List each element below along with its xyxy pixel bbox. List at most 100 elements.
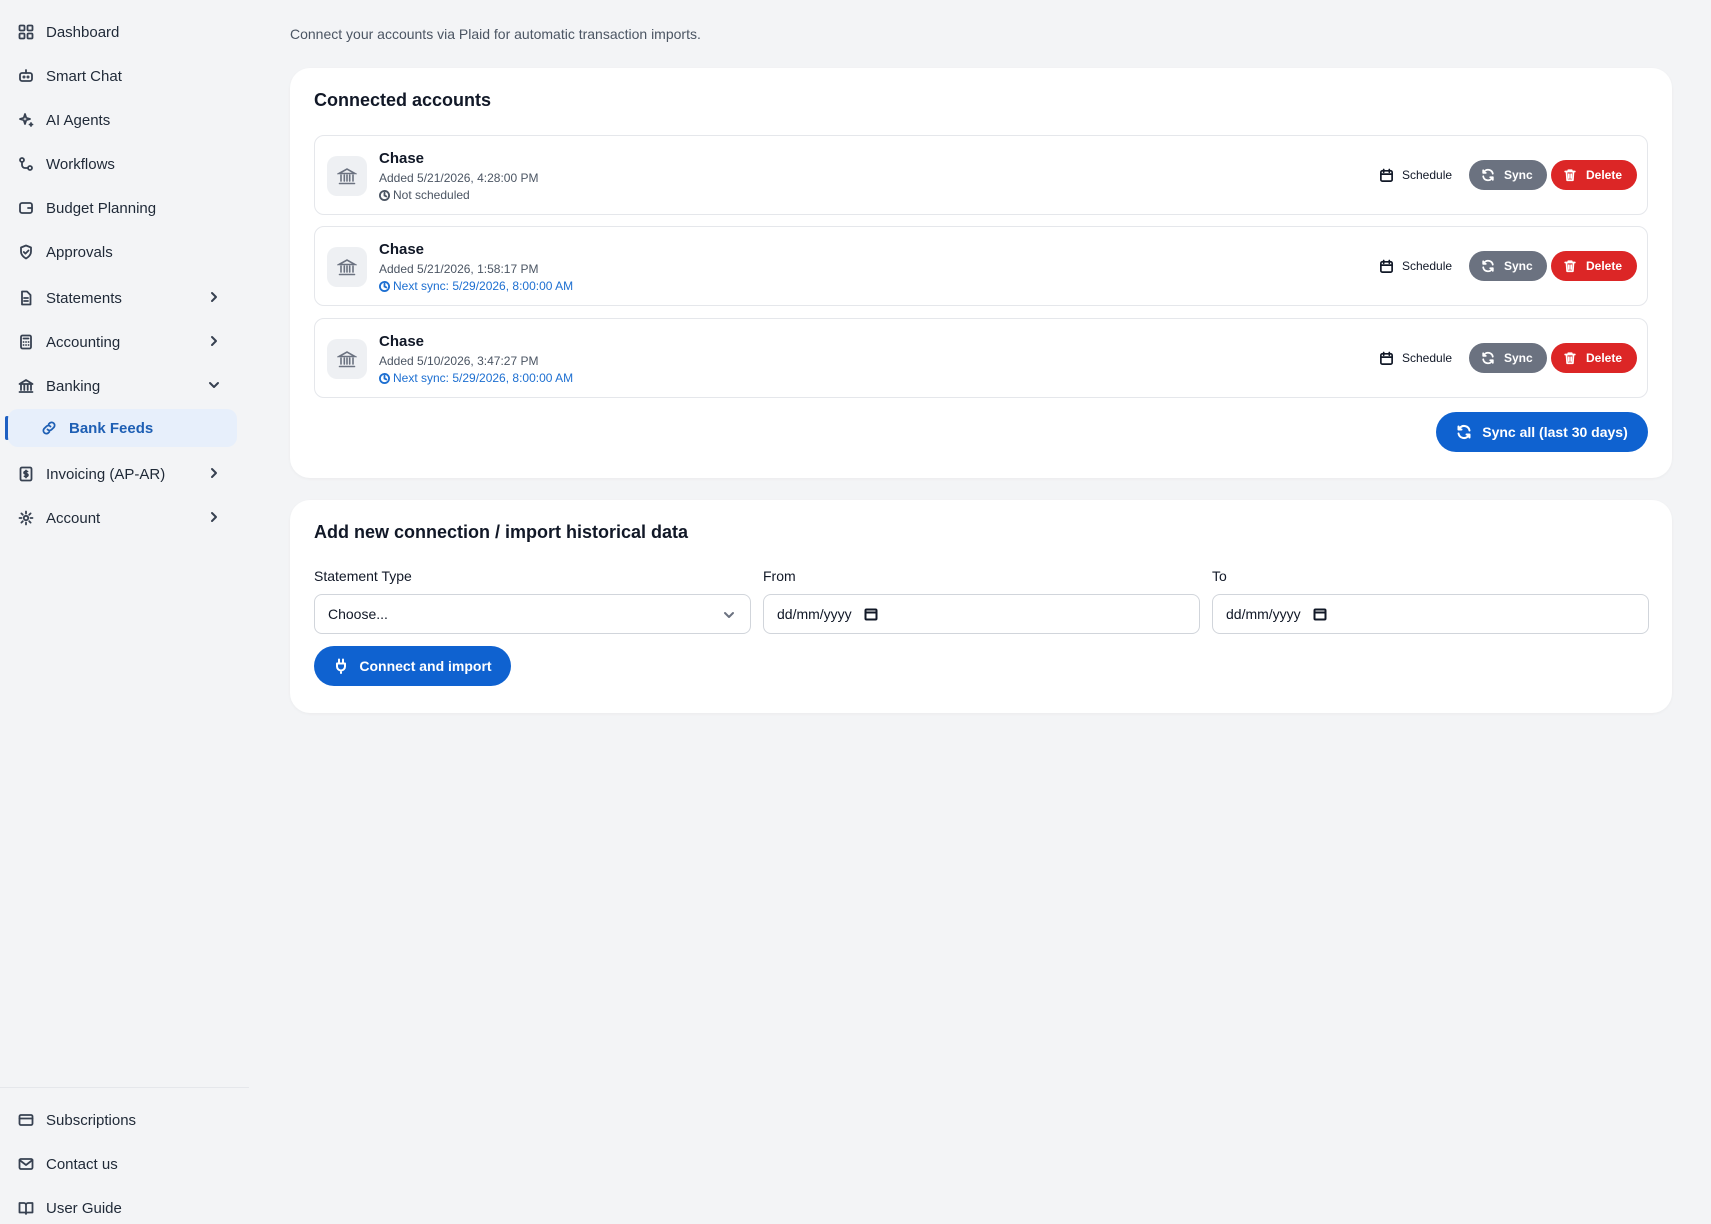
sidebar-item-accounting[interactable]: Accounting xyxy=(8,323,237,361)
schedule-button[interactable]: Schedule xyxy=(1373,343,1458,373)
account-row: Chase Added 5/10/2026, 3:47:27 PM Next s… xyxy=(314,318,1648,398)
sidebar-item-banking[interactable]: Banking xyxy=(8,367,237,405)
sidebar-divider xyxy=(0,1087,249,1088)
plug-icon xyxy=(336,658,347,674)
sidebar-item-workflows[interactable]: Workflows xyxy=(8,145,237,183)
account-schedule-status: Not scheduled xyxy=(379,188,470,202)
sync-button[interactable]: Sync xyxy=(1469,251,1547,281)
calendar-icon[interactable] xyxy=(864,607,878,621)
from-label: From xyxy=(763,568,796,584)
to-label: To xyxy=(1212,568,1227,584)
connected-accounts-card: Connected accounts Chase Added 5/21/2026… xyxy=(290,68,1672,478)
refresh-icon xyxy=(1482,351,1494,365)
sidebar-item-user-guide[interactable]: User Guide xyxy=(8,1189,237,1224)
bank-icon xyxy=(327,339,367,379)
connected-accounts-title: Connected accounts xyxy=(314,90,492,110)
import-title: Add new connection / import historical d… xyxy=(314,522,689,542)
account-added-date: Added 5/21/2026, 4:28:00 PM xyxy=(379,171,539,185)
sidebar-item-ai-agents[interactable]: AI Agents xyxy=(8,101,237,139)
refresh-icon xyxy=(1482,259,1494,273)
sidebar-item-label: Account xyxy=(46,509,101,527)
account-schedule-status: Next sync: 5/29/2026, 8:00:00 AM xyxy=(379,279,573,293)
chevron-right-icon xyxy=(207,290,221,304)
sync-all-button[interactable]: Sync all (last 30 days) xyxy=(1436,412,1648,452)
sidebar-item-label: Subscriptions xyxy=(46,1111,137,1129)
sidebar-item-approvals[interactable]: Approvals xyxy=(8,233,237,271)
sidebar-item-label: Banking xyxy=(46,377,101,395)
bank-icon xyxy=(327,247,367,287)
page-subtitle: Connect your accounts via Plaid for auto… xyxy=(290,26,701,42)
clock-icon xyxy=(379,372,390,384)
trash-icon xyxy=(1564,169,1576,182)
schedule-text: Not scheduled xyxy=(393,188,470,202)
connect-and-import-button[interactable]: Connect and import xyxy=(314,646,511,686)
account-name: Chase xyxy=(379,241,425,258)
account-added-date: Added 5/21/2026, 1:58:17 PM xyxy=(379,262,539,276)
sparkles-icon xyxy=(18,112,34,128)
trash-icon xyxy=(1564,352,1576,365)
sync-button[interactable]: Sync xyxy=(1469,343,1547,373)
bank-icon xyxy=(18,378,34,394)
sidebar-item-label: Budget Planning xyxy=(46,199,157,217)
calculator-icon xyxy=(18,334,34,350)
account-name: Chase xyxy=(379,333,425,350)
bot-icon xyxy=(18,68,34,84)
sidebar-item-label: User Guide xyxy=(46,1199,122,1217)
sidebar-item-label: Contact us xyxy=(46,1155,118,1173)
file-text-icon xyxy=(18,290,34,306)
account-row: Chase Added 5/21/2026, 4:28:00 PM Not sc… xyxy=(314,135,1648,215)
statement-type-select[interactable]: Choose... xyxy=(314,594,751,634)
receipt-dollar-icon xyxy=(18,466,34,482)
sidebar-item-label: Statements xyxy=(46,289,122,307)
gear-icon xyxy=(18,510,34,526)
grid-icon xyxy=(18,24,34,40)
schedule-button[interactable]: Schedule xyxy=(1373,160,1458,190)
delete-button[interactable]: Delete xyxy=(1551,251,1637,281)
clock-icon xyxy=(379,280,390,292)
sidebar-item-bank-feeds[interactable]: Bank Feeds xyxy=(8,409,237,447)
sidebar: Dashboard Smart Chat AI Agents Workflows… xyxy=(0,0,249,1224)
to-date-input[interactable]: dd/mm/yyyy xyxy=(1212,594,1649,634)
sidebar-item-contact-us[interactable]: Contact us xyxy=(8,1145,237,1183)
mail-icon xyxy=(18,1156,34,1172)
sidebar-item-label: Bank Feeds xyxy=(69,419,154,437)
sidebar-item-label: Workflows xyxy=(46,155,115,173)
sidebar-item-label: Dashboard xyxy=(46,23,120,41)
from-date-input[interactable]: dd/mm/yyyy xyxy=(763,594,1200,634)
account-added-date: Added 5/10/2026, 3:47:27 PM xyxy=(379,354,539,368)
sidebar-item-subscriptions[interactable]: Subscriptions xyxy=(8,1101,237,1139)
chevron-right-icon xyxy=(207,334,221,348)
delete-button[interactable]: Delete xyxy=(1551,343,1637,373)
delete-button[interactable]: Delete xyxy=(1551,160,1637,190)
calendar-icon xyxy=(1380,351,1393,365)
sidebar-item-smart-chat[interactable]: Smart Chat xyxy=(8,57,237,95)
refresh-icon xyxy=(1457,424,1471,440)
refresh-icon xyxy=(1482,168,1494,182)
chevron-right-icon xyxy=(207,510,221,524)
sidebar-item-dashboard[interactable]: Dashboard xyxy=(8,13,237,51)
shield-check-icon xyxy=(18,244,34,260)
trash-icon xyxy=(1564,260,1576,273)
workflow-icon xyxy=(18,156,34,172)
chevron-right-icon xyxy=(207,466,221,480)
wallet-icon xyxy=(18,200,34,216)
account-name: Chase xyxy=(379,150,425,167)
sidebar-item-label: Approvals xyxy=(46,243,113,261)
statement-type-label: Statement Type xyxy=(314,568,412,584)
calendar-icon xyxy=(1380,259,1393,273)
schedule-button[interactable]: Schedule xyxy=(1373,251,1458,281)
sidebar-item-account[interactable]: Account xyxy=(8,499,237,537)
bank-icon xyxy=(327,156,367,196)
sidebar-item-statements[interactable]: Statements xyxy=(8,279,237,317)
chevron-down-icon xyxy=(207,378,221,392)
schedule-text: Next sync: 5/29/2026, 8:00:00 AM xyxy=(393,279,574,293)
sync-button[interactable]: Sync xyxy=(1469,160,1547,190)
link-icon xyxy=(41,420,57,436)
sidebar-item-budget-planning[interactable]: Budget Planning xyxy=(8,189,237,227)
sidebar-item-label: Smart Chat xyxy=(46,67,122,85)
calendar-icon[interactable] xyxy=(1313,607,1327,621)
clock-icon xyxy=(379,189,390,201)
schedule-text: Next sync: 5/29/2026, 8:00:00 AM xyxy=(393,371,574,385)
sidebar-item-invoicing[interactable]: Invoicing (AP-AR) xyxy=(8,455,237,493)
chevron-down-icon xyxy=(722,608,736,622)
